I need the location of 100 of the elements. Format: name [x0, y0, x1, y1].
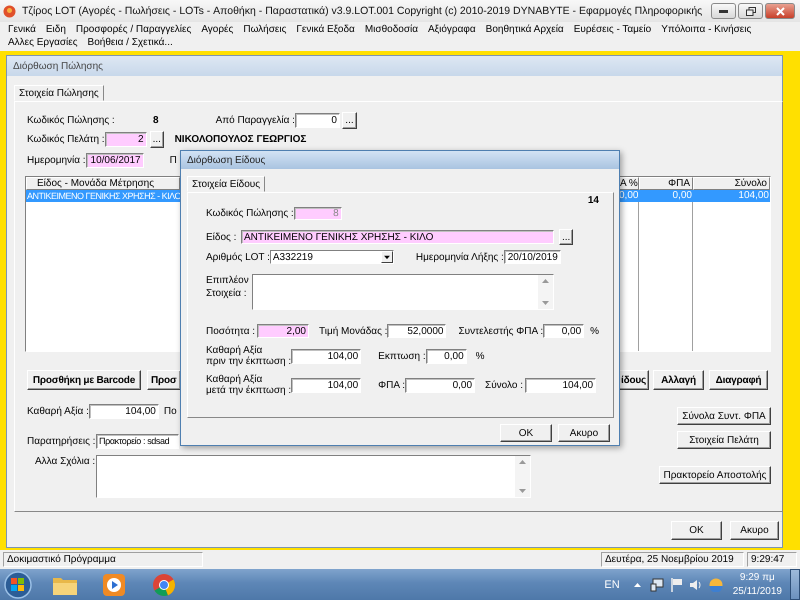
expiry-date-field[interactable]: 20/10/2019 — [504, 250, 561, 264]
window-title: Τζίρος LOT (Αγορές - Πωλήσεις - LOTs - Αποθήκη - Παραστατικά) v3.9.LOT.001 Copyright (c) 2010-2019 DYNABYTE - Εφαρμογές Πληροφορικής — [22, 5, 702, 17]
up-arrow-icon[interactable] — [634, 582, 641, 586]
menu-item[interactable]: Προσφορές / Παραγγελίες — [70, 24, 196, 35]
change-button[interactable]: Αλλαγή — [653, 370, 704, 390]
discount-field[interactable]: 0,00 — [426, 348, 467, 364]
sun-icon[interactable] — [708, 578, 723, 592]
field-label: Κωδικός Πελάτη : — [27, 132, 105, 146]
date-field[interactable]: 10/06/2017 — [86, 152, 144, 168]
browse-button[interactable]: ... — [342, 112, 357, 128]
vat-rate-field[interactable]: 0,00 — [543, 324, 584, 338]
field-label: Καθαρή Αξία μετά την έκπτωση : — [206, 374, 292, 396]
quantity-field[interactable]: 2,00 — [257, 324, 309, 338]
cancel-button[interactable]: Ακυρο — [730, 521, 779, 540]
cancel-button[interactable]: Ακυρο — [558, 424, 610, 442]
comments-field[interactable] — [96, 455, 531, 498]
scrollbar[interactable] — [538, 275, 553, 309]
menu-item[interactable]: Πωλήσεις — [238, 24, 292, 35]
field-label: Ημερομηνία Λήξης : — [416, 250, 504, 264]
net-before-discount-field[interactable]: 104,00 — [291, 348, 362, 364]
net-value-field[interactable]: 104,00 — [88, 404, 159, 418]
percent-sign: % — [476, 350, 485, 362]
scroll-down-icon[interactable] — [542, 301, 549, 305]
menu-item[interactable]: Ευρέσεις - Ταμείο — [568, 24, 656, 35]
vat-field[interactable]: 0,00 — [405, 378, 476, 392]
speaker-icon[interactable] — [690, 578, 702, 590]
tab[interactable]: Στοιχεία Είδους — [187, 176, 266, 192]
scroll-down-icon[interactable] — [519, 489, 526, 493]
menu-item[interactable]: Αξιόγραφα — [423, 24, 481, 35]
field-label: Καθαρή Αξία : — [27, 404, 89, 418]
ok-button[interactable]: OK — [500, 424, 552, 442]
field-label: Από Παραγγελία : — [216, 114, 295, 126]
field-label: Παρατηρήσεις : — [27, 434, 96, 448]
flag-icon[interactable] — [670, 578, 683, 592]
language-indicator[interactable]: EN — [604, 578, 620, 590]
media-player-icon[interactable] — [102, 572, 126, 596]
field-label: Συντελεστής ΦΠΑ : — [458, 324, 544, 338]
column-header[interactable]: Είδος - Μονάδα Μέτρησης — [26, 177, 180, 190]
field-label: Καθαρή Αξία πριν την έκπτωση : — [206, 345, 292, 367]
field-label: Σύνολο : — [485, 378, 524, 392]
item-field[interactable]: ΑΝΤΙΚΕΙΜΕΝΟ ΓΕΝΙΚΗΣ ΧΡΗΣΗΣ - ΚΙΛΟ — [241, 230, 554, 244]
status-date: Δευτέρα, 25 Νοεμβρίου 2019 — [601, 552, 744, 567]
tab[interactable]: Στοιχεία Πώλησης — [14, 85, 104, 101]
show-desktop-button[interactable] — [790, 569, 800, 600]
menu-item[interactable]: Γενικά Εξοδα — [291, 24, 360, 35]
column-header[interactable]: ΦΠΑ — [639, 177, 693, 190]
customer-code-field[interactable]: 2 — [104, 132, 147, 146]
menu-item[interactable]: Ειδη — [40, 24, 71, 35]
dialog-title: Διόρθωση Είδους — [187, 154, 266, 166]
browse-button[interactable]: ... — [150, 130, 164, 148]
menu-item[interactable]: Βοηθητικά Αρχεία — [480, 24, 569, 35]
barcode-add-button[interactable]: Προσθήκη με Barcode — [27, 370, 141, 390]
browser-icon[interactable] — [152, 572, 176, 596]
menu-item[interactable]: Υπόλοιπα - Κινήσεις — [656, 24, 756, 35]
notes-field[interactable]: Πρακτορείο : sdsad — [96, 434, 179, 448]
close-button[interactable] — [765, 3, 795, 19]
lot-dropdown[interactable]: A332219 — [270, 250, 394, 264]
menu-item[interactable]: Μισθοδοσία — [360, 24, 423, 35]
scrollbar[interactable] — [515, 456, 530, 497]
table-cell-text: 0,00 — [672, 190, 693, 202]
clock[interactable]: 9:29 πμ 25/11/2019 — [732, 570, 782, 598]
total-field[interactable]: 104,00 — [525, 378, 596, 392]
scroll-up-icon[interactable] — [542, 279, 549, 283]
shipping-agency-button[interactable]: Πρακτορείο Αποστολής — [659, 466, 771, 484]
net-after-discount-field[interactable]: 104,00 — [291, 378, 362, 392]
minimize-button[interactable] — [711, 3, 736, 19]
menu-item[interactable]: Γενικά — [3, 24, 41, 35]
minimize-icon — [719, 10, 728, 12]
item-button[interactable]: ίδους — [618, 370, 649, 390]
network-icon[interactable] — [650, 578, 664, 592]
menu-item[interactable]: Αγορές — [196, 24, 238, 35]
browse-button[interactable]: ... — [559, 229, 573, 245]
field-label: ΦΠΑ : — [378, 378, 406, 392]
vat-totals-button[interactable]: Σύνολα Συντ. ΦΠΑ — [677, 407, 771, 425]
ok-button[interactable]: OK — [671, 521, 722, 540]
customer-name: ΝΙΚΟΛΟΠΟΥΛΟΣ ΓΕΩΡΓΙΟΣ — [174, 134, 306, 144]
maximize-button[interactable] — [738, 3, 763, 19]
table-cell: 0,00 — [619, 190, 639, 202]
menu-item[interactable]: Βοήθεια / Σχετικά... — [82, 37, 178, 48]
column-header[interactable]: Α % — [619, 177, 639, 190]
close-icon — [776, 6, 784, 16]
delete-button[interactable]: Διαγραφή — [709, 370, 768, 390]
add-button[interactable]: Προσ — [147, 370, 181, 390]
field-label: Κωδικός Πώλησης : — [27, 114, 116, 126]
field-label: Ποσότητα : — [206, 324, 256, 338]
start-button[interactable] — [2, 570, 34, 600]
status-message: Δοκιμαστικό Πρόγραμμα — [3, 552, 203, 567]
extra-details-field[interactable] — [252, 274, 554, 310]
table-cell-text: 104,00 — [737, 190, 770, 202]
scroll-up-icon[interactable] — [519, 460, 526, 464]
column-header[interactable]: Σύνολο — [693, 177, 770, 190]
menu-item[interactable]: Αλλες Εργασίες — [3, 37, 83, 48]
customer-details-button[interactable]: Στοιχεία Πελάτη — [677, 431, 771, 449]
unit-price-field[interactable]: 52,0000 — [387, 324, 446, 338]
field-label: Πο — [164, 404, 177, 418]
order-field[interactable]: 0 — [294, 112, 340, 128]
field-label: Εκπτωση : — [378, 350, 426, 362]
percent-sign: % — [590, 324, 600, 338]
field-label: Επιπλέον Στοιχεία : — [206, 274, 250, 300]
app-icon — [3, 4, 16, 18]
